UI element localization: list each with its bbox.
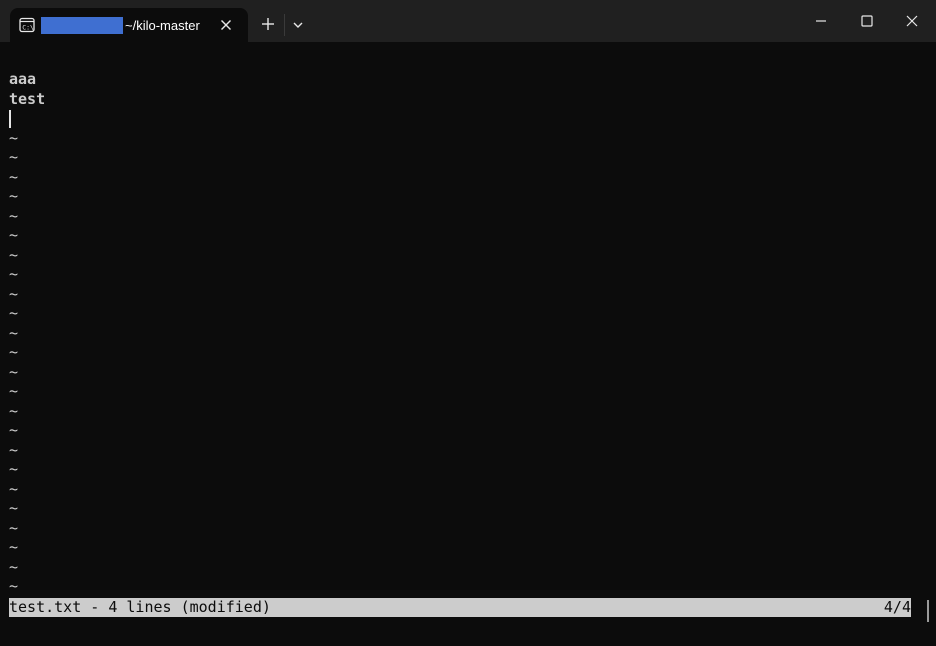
status-bar: test.txt - 4 lines (modified) 4/4 [9,598,911,617]
close-tab-icon[interactable] [217,16,235,34]
empty-line-tilde: ~ [9,538,19,556]
chevron-down-icon[interactable] [288,15,308,35]
editor-line: aaa [9,70,37,88]
status-line-position: 4/4 [883,598,911,616]
empty-line-tilde: ~ [9,557,19,576]
scrollbar-thumb[interactable] [927,600,929,622]
empty-line-tilde: ~ [9,460,19,478]
empty-line-tilde: ~ [9,265,19,283]
empty-line-tilde: ~ [9,479,19,498]
empty-line-tilde: ~ [9,245,19,264]
empty-line-tilde: ~ [9,343,19,361]
tab-title: ~/kilo-master [125,18,200,33]
empty-line-tilde: ~ [9,499,19,517]
empty-line-tilde: ~ [9,167,19,186]
tab-kilo-master[interactable]: C:\ ~/kilo-master [10,8,248,42]
title-bar: C:\ ~/kilo-master [0,0,936,42]
close-window-icon[interactable] [897,8,927,34]
empty-line-tilde: ~ [9,401,19,420]
terminal-content[interactable]: aaa test ~ ~ ~ ~ ~ ~ ~ ~ ~ ~ ~ ~ ~ ~ ~ ~ ~ ~ ~ ~ ~ ~ ~ ~ test.t… [0,42,936,646]
empty-line-tilde: ~ [9,577,19,595]
empty-line-tilde: ~ [9,440,19,459]
empty-line-tilde: ~ [9,362,19,381]
empty-line-tilde: ~ [9,206,19,225]
empty-line-tilde: ~ [9,284,19,303]
svg-text:C:\: C:\ [22,24,34,32]
empty-line-tilde: ~ [9,518,19,537]
cursor-line [9,109,45,129]
minimize-icon[interactable] [806,8,836,34]
empty-line-tilde: ~ [9,148,19,166]
empty-line-tilde: ~ [9,382,19,400]
redacted-username [41,17,123,34]
editor-line: test [9,89,46,108]
tab-separator [284,14,285,36]
empty-line-tilde: ~ [9,304,19,322]
terminal-icon: C:\ [19,17,35,33]
empty-line-tilde: ~ [9,187,19,205]
editor-lines: aaa test ~ ~ ~ ~ ~ ~ ~ ~ ~ ~ ~ ~ ~ ~ ~ ~ ~ ~ ~ ~ ~ ~ ~ ~ [9,70,45,597]
empty-line-tilde: ~ [9,323,19,342]
empty-line-tilde: ~ [9,226,19,244]
new-tab-plus-icon[interactable] [258,14,278,34]
status-file-info: test.txt - 4 lines (modified) [9,598,271,616]
terminal-window: C:\ ~/kilo-master aaa test ~ ~ ~ ~ ~ ~ ~… [0,0,936,646]
text-cursor [9,109,11,128]
maximize-icon[interactable] [852,8,882,34]
empty-line-tilde: ~ [9,421,19,439]
empty-line-tilde: ~ [9,128,19,147]
